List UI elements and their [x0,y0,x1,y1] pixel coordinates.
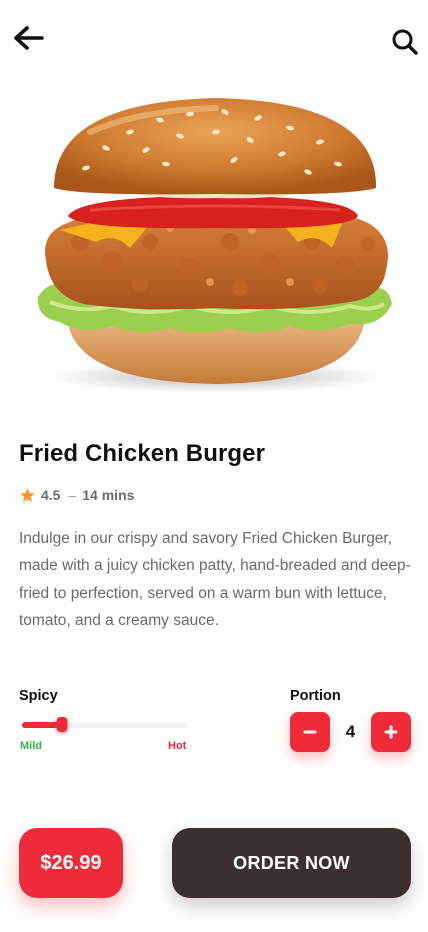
minus-icon [303,730,317,734]
spicy-label: Spicy [19,688,58,704]
search-icon [392,29,418,55]
spicy-slider[interactable] [20,715,188,735]
prep-time: 14 mins [82,487,135,503]
star-icon [20,487,35,502]
mild-label: Mild [20,740,42,752]
search-button[interactable] [390,27,420,57]
burger-image [20,92,408,402]
price-button[interactable]: $26.99 [19,828,123,898]
increase-portion-button[interactable] [371,712,411,752]
back-button[interactable] [12,24,46,54]
plus-icon [384,725,398,739]
order-now-button[interactable]: ORDER NOW [172,828,411,898]
product-meta: 4.5 – 14 mins [19,485,134,505]
hot-label: Hot [168,740,187,752]
product-title: Fried Chicken Burger [19,440,266,467]
portion-value: 4 [345,722,356,741]
rating-value: 4.5 [41,487,61,503]
slider-thumb[interactable] [56,717,68,732]
arrow-left-icon [14,26,44,50]
top-bar [0,0,428,80]
product-description: Indulge in our crispy and savory Fried C… [19,530,411,629]
portion-label: Portion [290,688,341,704]
decrease-portion-button[interactable] [290,712,330,752]
meta-separator: – [68,487,77,503]
